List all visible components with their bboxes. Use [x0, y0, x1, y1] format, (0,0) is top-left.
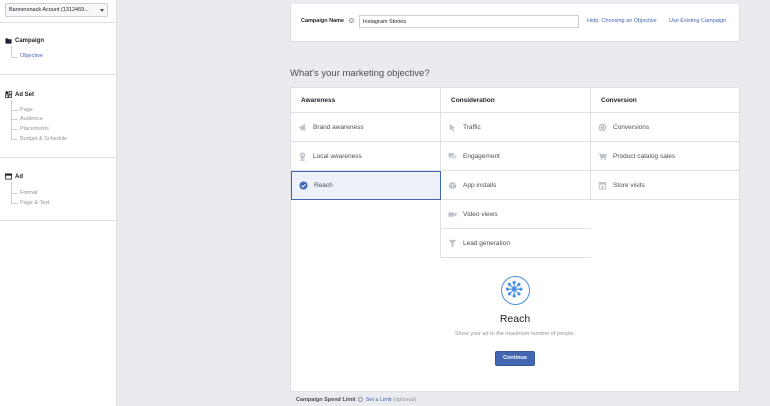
objective-heading: What's your marketing objective?	[290, 68, 430, 79]
objective-store-visits[interactable]: Store visits	[591, 171, 739, 200]
folder-icon	[5, 38, 12, 44]
objective-reach[interactable]: Reach	[291, 171, 441, 200]
sidebar-item-format[interactable]: Format	[20, 190, 37, 196]
funnel-icon	[448, 239, 457, 248]
chevron-down-icon	[100, 9, 104, 12]
sidebar-item-page[interactable]: Page	[20, 107, 33, 113]
info-icon[interactable]	[357, 397, 363, 403]
tree-tick	[11, 110, 18, 111]
help-choosing-objective-link[interactable]: Help: Choosing an Objective	[587, 18, 657, 24]
sidebar-section-ad[interactable]: Ad	[5, 173, 23, 180]
continue-button[interactable]: Continue	[495, 351, 535, 366]
objective-label: Store visits	[613, 181, 645, 189]
tree-tick	[11, 57, 18, 58]
objective-label: Lead generation	[463, 239, 510, 247]
column-header-conversion: Conversion	[591, 88, 739, 113]
set-limit-link[interactable]: Set a Limit	[366, 397, 392, 403]
campaign-name-bar: Campaign Name i Help: Choosing an Object…	[290, 4, 740, 42]
tree-tick	[11, 203, 18, 204]
store-icon	[598, 181, 607, 190]
box-icon	[448, 181, 457, 189]
sidebar-item-audience[interactable]: Audience	[20, 116, 43, 122]
sidebar-section-title: Ad Set	[15, 91, 35, 98]
info-icon[interactable]: i	[349, 18, 354, 23]
tree-line	[11, 46, 12, 57]
reach-network-icon	[501, 276, 530, 305]
objective-lead-generation[interactable]: Lead generation	[441, 229, 591, 258]
sidebar-item-budget-schedule[interactable]: Budget & Schedule	[20, 136, 67, 142]
objective-detail-description: Show your ad to the maximum number of pe…	[454, 331, 576, 337]
objective-label: Reach	[314, 182, 333, 189]
sidebar-section-campaign[interactable]: Campaign	[5, 37, 44, 44]
checkmark-circle-icon	[299, 181, 308, 190]
shopping-cart-icon	[598, 152, 607, 160]
objective-brand-awareness[interactable]: Brand awareness	[291, 113, 441, 142]
objective-detail-title: Reach	[499, 313, 531, 325]
objective-label: Video views	[463, 210, 498, 218]
account-select[interactable]: Bannersnack Acount (1312469...	[5, 3, 108, 17]
objective-label: Engagement	[463, 152, 500, 160]
tree-tick	[11, 119, 18, 120]
objective-label: App installs	[463, 181, 497, 189]
campaign-name-input[interactable]	[359, 15, 579, 28]
use-existing-campaign-link[interactable]: Use Existing Campaign	[669, 18, 726, 24]
sidebar-item-placements[interactable]: Placements	[20, 126, 49, 132]
objective-app-installs[interactable]: App installs	[441, 171, 591, 200]
objective-label: Traffic	[463, 123, 481, 131]
tree-tick	[11, 129, 18, 130]
sidebar-section-ad-set[interactable]: Ad Set	[5, 91, 34, 98]
campaign-name-label: Campaign Name	[301, 18, 345, 24]
cursor-icon	[449, 123, 456, 132]
campaign-spend-limit-row: Campaign Spend Limit Set a Limit (optiona…	[296, 397, 416, 403]
objective-label: Local awareness	[313, 152, 362, 160]
objective-engagement[interactable]: Engagement	[441, 142, 591, 171]
chat-bubbles-icon	[448, 152, 457, 159]
tree-tick	[11, 193, 18, 194]
tree-tick	[11, 139, 18, 140]
spend-limit-label: Campaign Spend Limit	[296, 397, 356, 403]
objective-label: Product catalog sales	[613, 152, 676, 160]
objective-label: Brand awareness	[313, 123, 364, 131]
globe-icon	[598, 123, 607, 131]
sidebar-section-title: Campaign	[15, 37, 45, 44]
objective-product-catalog-sales[interactable]: Product catalog sales	[591, 142, 739, 171]
sidebar-section-title: Ad	[15, 173, 23, 180]
column-header-awareness: Awareness	[291, 88, 441, 113]
objective-video-views[interactable]: Video views	[441, 200, 591, 229]
location-pin-icon	[299, 151, 306, 161]
ad-icon	[5, 173, 12, 180]
grid-icon	[5, 91, 12, 98]
objective-local-awareness[interactable]: Local awareness	[291, 142, 441, 171]
sidebar-item-objective[interactable]: Objective	[20, 53, 43, 59]
column-header-consideration: Consideration	[441, 88, 591, 113]
objective-panel: Awareness Consideration Conversion Brand…	[290, 87, 740, 392]
megaphone-icon	[298, 123, 306, 131]
account-select-label: Bannersnack Acount (1312469...	[9, 7, 89, 13]
objective-traffic[interactable]: Traffic	[441, 113, 591, 142]
sidebar: Bannersnack Acount (1312469... Campaign …	[0, 0, 117, 406]
objective-label: Conversions	[613, 123, 650, 131]
optional-label: (optional)	[393, 397, 417, 403]
objective-conversions[interactable]: Conversions	[591, 113, 739, 142]
video-camera-icon	[448, 211, 457, 217]
sidebar-item-page-text[interactable]: Page & Text	[20, 200, 50, 206]
